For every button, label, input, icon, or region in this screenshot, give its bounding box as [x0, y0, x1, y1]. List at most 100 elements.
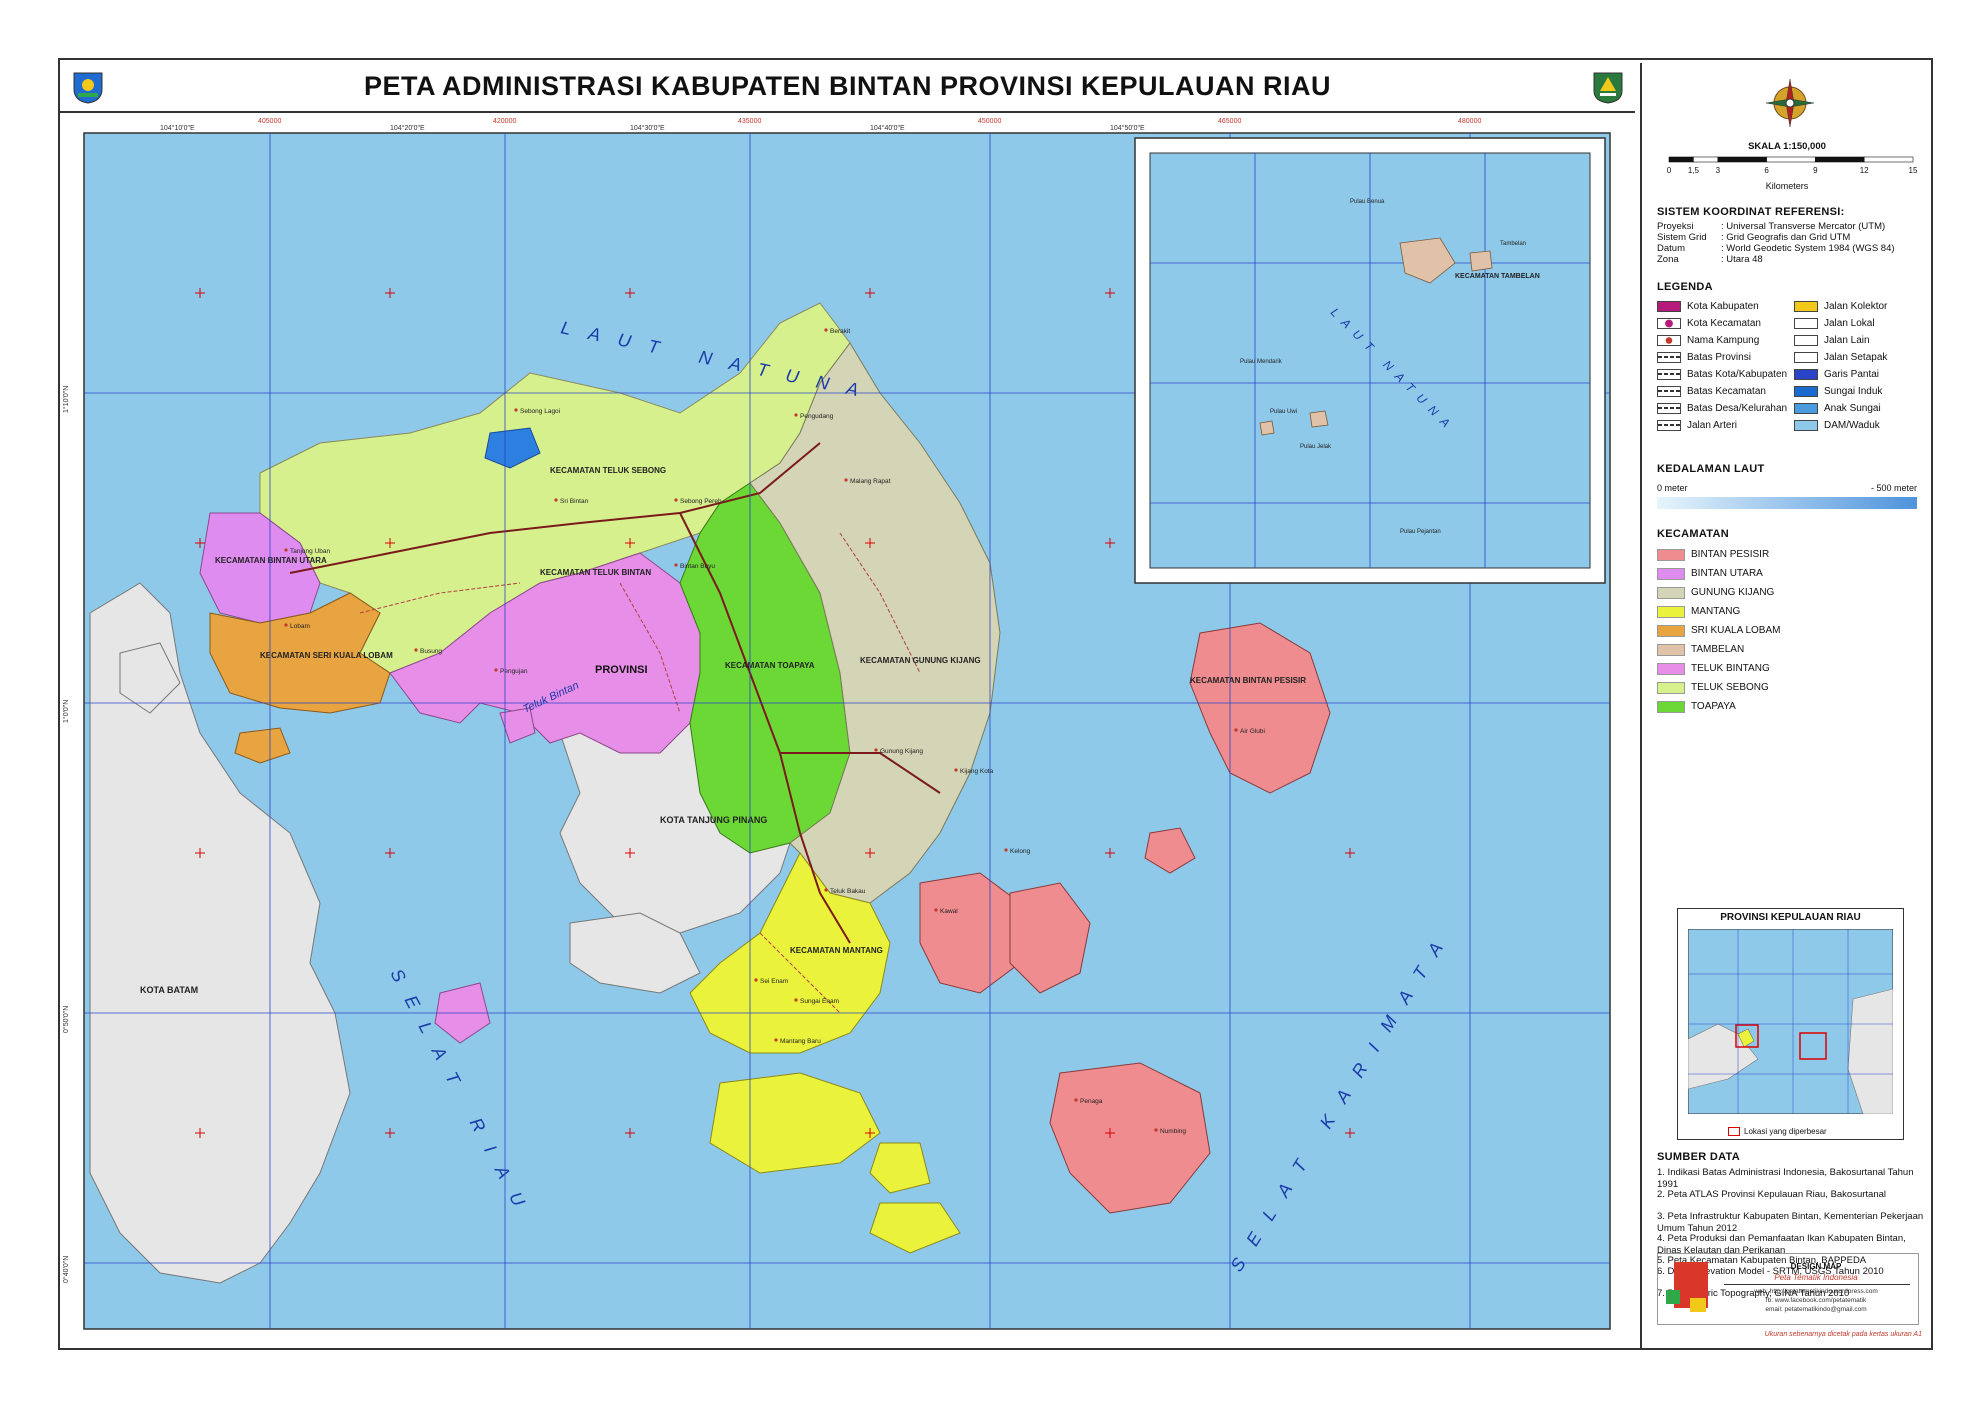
kecamatan-item: TELUK SEBONG: [1657, 680, 1769, 695]
kecamatan-label: SRI KUALA LOBAM: [1691, 625, 1781, 636]
peta-tematik-logo-icon: [1666, 1262, 1708, 1312]
place-label: Malang Rapat: [850, 478, 891, 485]
legend-item: Nama Kampung: [1657, 333, 1759, 347]
inset-provinsi-caption-text: Lokasi yang diperbesar: [1744, 1127, 1827, 1136]
place-label: Air Glubi: [1240, 728, 1265, 735]
design-contact-line: email: petatematikindo@gmail.com: [1765, 1306, 1867, 1313]
legend-item: DAM/Waduk: [1794, 418, 1880, 432]
crs-row: Zona: Utara 48: [1657, 254, 1763, 265]
place-label: Gunung Kijang: [880, 748, 923, 755]
legend-item: Jalan Lain: [1794, 333, 1870, 347]
legend-symbol-icon: [1794, 334, 1818, 346]
inset-tambelan-kec-label: KECAMATAN TAMBELAN: [1455, 273, 1540, 280]
kampung-marker: [954, 768, 958, 772]
crs-key: Zona: [1657, 254, 1679, 265]
kecamatan-swatch: [1657, 662, 1685, 675]
legend-label: Batas Provinsi: [1687, 351, 1751, 363]
legend-label: Jalan Lokal: [1824, 317, 1875, 329]
crs-row: Proyeksi : Universal Transverse Mercator …: [1657, 221, 1885, 232]
place-label: Teluk Bakau: [830, 888, 866, 895]
inset-place-benua: Pulau Benua: [1350, 199, 1385, 205]
legend-item: Sungai Induk: [1794, 384, 1882, 398]
legend-label: Sungai Induk: [1824, 385, 1883, 397]
lon-label: 104°40'0"E: [870, 124, 905, 132]
legend-label: Batas Kecamatan: [1687, 385, 1766, 397]
label-kec-mantang: KECAMATAN MANTANG: [790, 946, 883, 955]
inset-place-mendarik: Pulau Mendarik: [1240, 359, 1283, 365]
label-kec-bintan-pesisir: KECAMATAN BINTAN PESISIR: [1190, 676, 1306, 685]
place-label: Penaga: [1080, 1098, 1103, 1105]
kecamatan-label: MANTANG: [1691, 606, 1741, 617]
legend-symbol-icon: [1794, 368, 1818, 380]
label-kec-seri-kuala-lobam: KECAMATAN SERI KUALA LOBAM: [260, 651, 393, 660]
utm-label: 420000: [493, 118, 516, 125]
legend-symbol-icon: [1657, 351, 1681, 363]
main-map[interactable]: LAUT NATUNA SELAT RIAU SELAT KARIMATA Te…: [60, 113, 1635, 1348]
legend-symbol-icon: [1657, 368, 1681, 380]
design-contact-line: fb: www.facebook.com/petatematik: [1765, 1297, 1867, 1304]
source-item: 2. Peta ATLAS Provinsi Kepulauan Riau, B…: [1657, 1189, 1887, 1200]
place-label: Berakit: [830, 328, 850, 335]
scale-segment: [1693, 156, 1719, 163]
crs-row: Sistem Grid: Grid Geografis dan Grid UTM: [1657, 232, 1850, 243]
legend-item: Kota Kabupaten: [1657, 299, 1759, 313]
kampung-marker: [674, 498, 678, 502]
legend-item: Batas Desa/Kelurahan: [1657, 401, 1787, 415]
kecamatan-item: TELUK BINTANG: [1657, 661, 1770, 676]
legend-label: Anak Sungai: [1824, 402, 1881, 414]
kecamatan-item: BINTAN UTARA: [1657, 566, 1763, 581]
inset-provinsi-caption: Lokasi yang diperbesar: [1728, 1127, 1827, 1136]
kecamatan-title: KECAMATAN: [1657, 528, 1729, 540]
kecamatan-item: BINTAN PESISIR: [1657, 547, 1769, 562]
location-box-icon: [1728, 1127, 1740, 1136]
label-kota-tanjung-pinang: KOTA TANJUNG PINANG: [660, 815, 767, 825]
kecamatan-swatch: [1657, 548, 1685, 561]
kampung-marker: [844, 478, 848, 482]
kecamatan-item: GUNUNG KIJANG: [1657, 585, 1774, 600]
legend-label: Jalan Setapak: [1824, 351, 1888, 363]
kepri-emblem-icon: [1593, 72, 1623, 104]
legend-label: Nama Kampung: [1687, 334, 1760, 346]
kampung-marker: [674, 563, 678, 567]
crs-value: : Universal Transverse Mercator (UTM): [1721, 221, 1886, 232]
legend-item: Garis Pantai: [1794, 367, 1879, 381]
crs-key: Proyeksi: [1657, 221, 1694, 232]
lat-label: 0°50'0"N: [62, 1006, 70, 1033]
lon-label: 104°10'0"E: [160, 124, 195, 132]
place-label: Sei Enam: [760, 978, 788, 985]
label-kec-gunung-kijang: KECAMATAN GUNUNG KIJANG: [860, 656, 981, 665]
inset-tambelan[interactable]: LAUT NATUNA KECAMATAN TAMBELAN Tambelan …: [1134, 137, 1606, 584]
legend-label: Jalan Arteri: [1687, 419, 1738, 431]
kampung-marker: [794, 413, 798, 417]
legend-item: Batas Provinsi: [1657, 350, 1751, 364]
compass-rose-icon: [1765, 78, 1815, 128]
legend-item: Jalan Lokal: [1794, 316, 1875, 330]
place-label: Bintan Buyu: [680, 563, 715, 570]
legend-label: DAM/Waduk: [1824, 419, 1880, 431]
legend-item: Jalan Arteri: [1657, 418, 1737, 432]
crs-value: : World Geodetic System 1984 (WGS 84): [1721, 243, 1895, 254]
legend-symbol-icon: [1657, 419, 1681, 431]
legend-label: Jalan Kolektor: [1824, 300, 1888, 312]
kampung-marker: [554, 498, 558, 502]
utm-label: 465000: [1218, 118, 1241, 125]
kecamatan-label: TOAPAYA: [1691, 701, 1736, 712]
legend-item: Batas Kecamatan: [1657, 384, 1766, 398]
place-label: Lobam: [290, 623, 310, 630]
design-divider: [1724, 1284, 1910, 1285]
scale-tick: 1,5: [1688, 166, 1700, 175]
kampung-marker: [754, 978, 758, 982]
kecamatan-swatch: [1657, 624, 1685, 637]
source-item: 3. Peta Infrastruktur Kabupaten Bintan, …: [1657, 1211, 1924, 1234]
utm-label: 405000: [258, 118, 281, 125]
lon-label: 104°20'0"E: [390, 124, 425, 132]
inset-provinsi: PROVINSI KEPULAUAN RIAU Lokasi yang dipe…: [1677, 908, 1904, 1140]
title-bar: PETA ADMINISTRASI KABUPATEN BINTAN PROVI…: [60, 63, 1635, 113]
legend-symbol-icon: [1657, 385, 1681, 397]
legend-item: Jalan Kolektor: [1794, 299, 1887, 313]
scale-tick: 9: [1813, 166, 1818, 175]
kecamatan-swatch: [1657, 700, 1685, 713]
inset-place-uwi: Pulau Uwi: [1270, 409, 1297, 415]
legend-symbol-icon: [1794, 419, 1818, 431]
kampung-marker: [1074, 1098, 1078, 1102]
